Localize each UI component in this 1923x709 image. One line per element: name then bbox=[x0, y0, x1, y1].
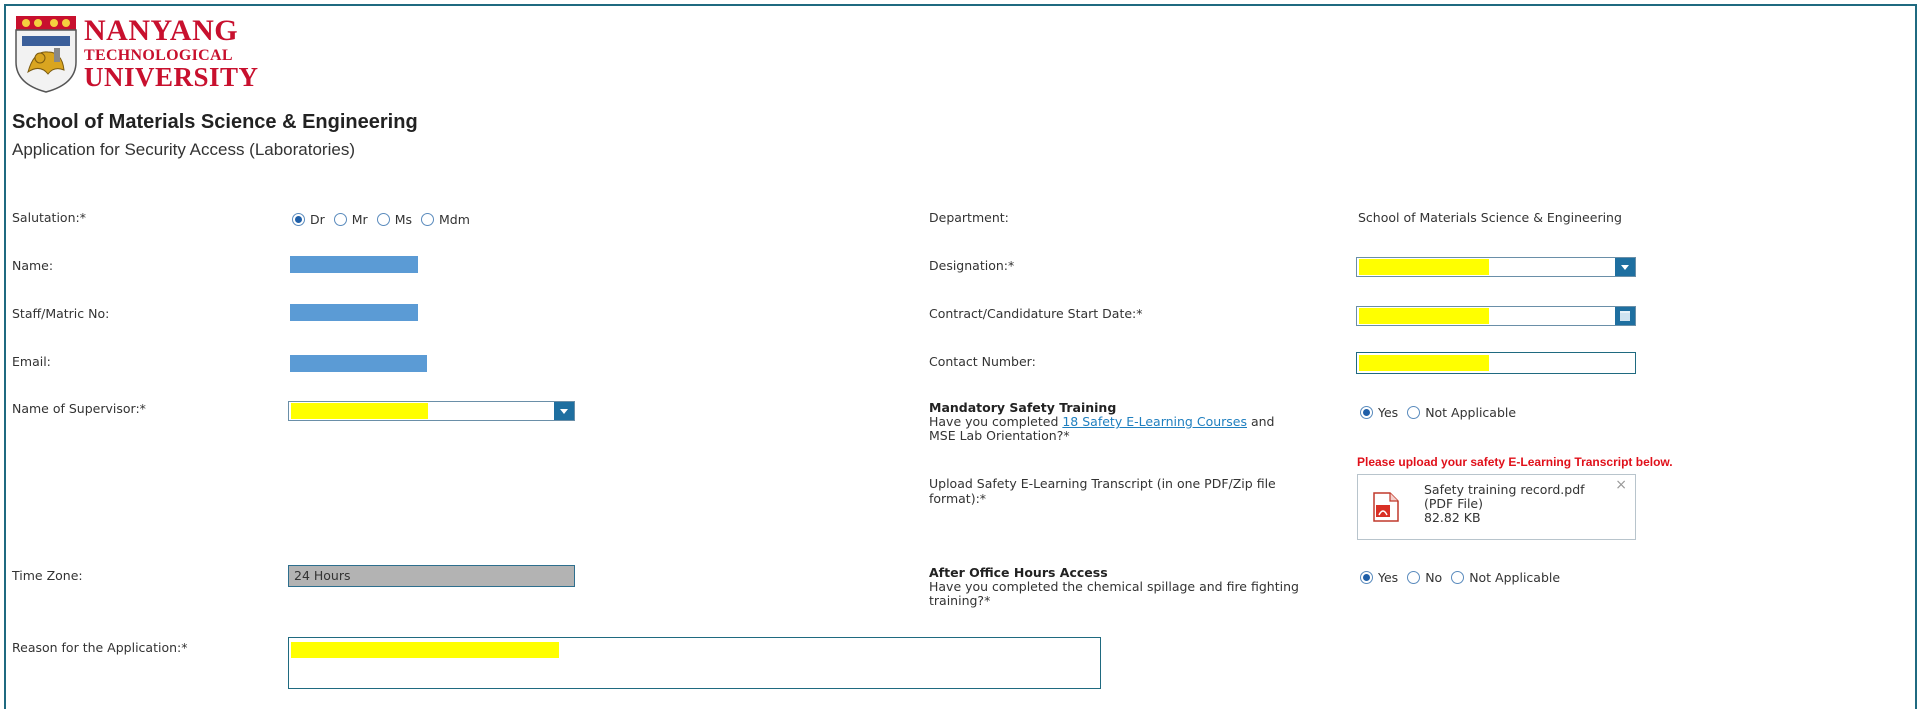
safety-training-block: Mandatory Safety Training Have you compl… bbox=[929, 401, 1284, 443]
after-hours-block: After Office Hours Access Have you compl… bbox=[929, 566, 1319, 608]
salutation-mr-radio[interactable] bbox=[333, 213, 347, 226]
salutation-mdm-label[interactable]: Mdm bbox=[439, 212, 470, 227]
start-date-input[interactable] bbox=[1356, 306, 1636, 326]
form-title: Application for Security Access (Laborat… bbox=[12, 140, 355, 159]
supervisor-dropdown-arrow-icon[interactable] bbox=[554, 402, 574, 420]
upload-warning: Please upload your safety E-Learning Tra… bbox=[1357, 455, 1673, 469]
reason-label: Reason for the Application:* bbox=[12, 640, 188, 655]
time-zone-label: Time Zone: bbox=[12, 568, 83, 583]
name-label: Name: bbox=[12, 258, 54, 273]
file-name: Safety training record.pdf bbox=[1424, 482, 1585, 497]
reason-value-redacted bbox=[291, 642, 559, 658]
designation-select[interactable] bbox=[1356, 257, 1636, 277]
start-date-label: Contract/Candidature Start Date:* bbox=[929, 306, 1143, 321]
logo-line-3: UNIVERSITY bbox=[84, 62, 259, 92]
time-zone-field: 24 Hours bbox=[288, 565, 575, 587]
salutation-radio-group: Dr Mr Ms Mdm bbox=[292, 212, 479, 227]
logo-line-1: NANYANG bbox=[84, 14, 239, 47]
start-date-value-redacted bbox=[1359, 308, 1489, 324]
safety-training-radio-group: Yes Not Applicable bbox=[1360, 405, 1525, 420]
safety-yes-label[interactable]: Yes bbox=[1378, 405, 1398, 420]
after-hours-na-label[interactable]: Not Applicable bbox=[1469, 570, 1560, 585]
department-value: School of Materials Science & Engineerin… bbox=[1358, 210, 1622, 225]
university-crest-icon bbox=[15, 16, 77, 93]
contact-value-redacted bbox=[1359, 355, 1489, 371]
salutation-mdm-radio[interactable] bbox=[421, 213, 435, 226]
salutation-mr-label[interactable]: Mr bbox=[352, 212, 368, 227]
contact-input[interactable] bbox=[1356, 352, 1636, 374]
safety-na-label[interactable]: Not Applicable bbox=[1425, 405, 1516, 420]
remove-file-close-icon[interactable]: × bbox=[1615, 477, 1627, 493]
designation-label: Designation:* bbox=[929, 258, 1015, 273]
file-size: 82.82 KB bbox=[1424, 510, 1481, 525]
email-label: Email: bbox=[12, 354, 51, 369]
designation-value-redacted bbox=[1359, 259, 1489, 275]
contact-label: Contact Number: bbox=[929, 354, 1036, 369]
safety-question-pre: Have you completed bbox=[929, 414, 1063, 429]
name-value-redacted bbox=[290, 256, 418, 273]
staff-no-label: Staff/Matric No: bbox=[12, 306, 110, 321]
safety-courses-link[interactable]: 18 Safety E-Learning Courses bbox=[1062, 414, 1247, 429]
salutation-dr-label[interactable]: Dr bbox=[310, 212, 325, 227]
calendar-icon[interactable] bbox=[1615, 307, 1635, 325]
department-label: Department: bbox=[929, 210, 1009, 225]
email-value-redacted bbox=[290, 355, 427, 372]
safety-na-radio[interactable] bbox=[1407, 406, 1421, 419]
after-hours-no-label[interactable]: No bbox=[1425, 570, 1442, 585]
safety-yes-radio[interactable] bbox=[1360, 406, 1373, 419]
reason-textarea[interactable] bbox=[288, 637, 1101, 689]
salutation-ms-label[interactable]: Ms bbox=[395, 212, 412, 227]
salutation-ms-radio[interactable] bbox=[376, 213, 390, 226]
after-hours-na-radio[interactable] bbox=[1451, 571, 1465, 584]
supervisor-label: Name of Supervisor:* bbox=[12, 401, 146, 416]
after-hours-yes-label[interactable]: Yes bbox=[1378, 570, 1398, 585]
supervisor-value-redacted bbox=[291, 403, 428, 419]
salutation-dr-radio[interactable] bbox=[292, 213, 305, 226]
supervisor-select[interactable] bbox=[288, 401, 575, 421]
school-title: School of Materials Science & Engineerin… bbox=[12, 111, 418, 133]
safety-training-heading: Mandatory Safety Training bbox=[929, 400, 1117, 415]
designation-dropdown-arrow-icon[interactable] bbox=[1615, 258, 1635, 276]
file-type: (PDF File) bbox=[1424, 496, 1483, 511]
salutation-label: Salutation:* bbox=[12, 210, 86, 225]
after-hours-radio-group: Yes No Not Applicable bbox=[1360, 570, 1569, 585]
after-hours-yes-radio[interactable] bbox=[1360, 571, 1373, 584]
after-hours-heading: After Office Hours Access bbox=[929, 565, 1108, 580]
after-hours-no-radio[interactable] bbox=[1407, 571, 1421, 584]
pdf-file-icon bbox=[1373, 492, 1399, 522]
ntu-logo: NANYANG TECHNOLOGICAL UNIVERSITY bbox=[14, 14, 258, 94]
file-info: Safety training record.pdf (PDF File) 82… bbox=[1424, 483, 1585, 525]
uploaded-file-card[interactable]: Safety training record.pdf (PDF File) 82… bbox=[1357, 474, 1636, 540]
staff-no-value-redacted bbox=[290, 304, 418, 321]
upload-label: Upload Safety E-Learning Transcript (in … bbox=[929, 476, 1276, 506]
